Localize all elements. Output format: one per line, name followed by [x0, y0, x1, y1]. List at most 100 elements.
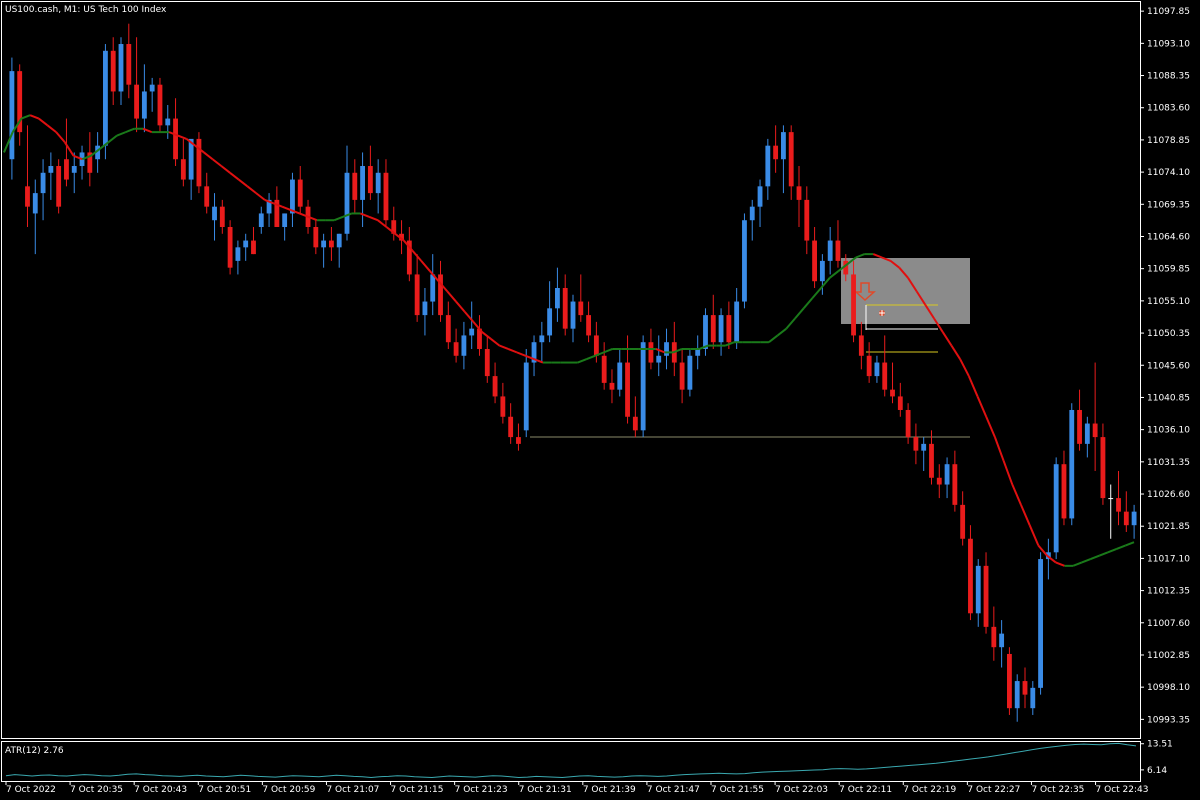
price-tick-label: 11031.35 [1147, 458, 1190, 468]
candle-body [165, 118, 171, 126]
candle-body [336, 233, 342, 248]
time-tick-label: 7 Oct 21:31 [519, 785, 572, 795]
candle-body [547, 308, 553, 336]
candle-body [858, 335, 864, 356]
candle-body [492, 376, 498, 397]
time-tick-label: 7 Oct 21:15 [391, 785, 444, 795]
candle-body [765, 145, 771, 187]
candle-body [952, 464, 958, 505]
candle [196, 132, 202, 194]
candle-body [445, 315, 451, 343]
candle-body [905, 409, 911, 438]
candle-body [625, 362, 630, 417]
candle-body [321, 240, 327, 248]
time-tick-label: 7 Oct 20:35 [70, 785, 123, 795]
candle-body [56, 166, 62, 207]
candle-body [703, 315, 708, 349]
candle-body [461, 335, 467, 356]
time-tick-label: 7 Oct 20:59 [262, 785, 315, 795]
price-tick-label: 10998.10 [1147, 683, 1190, 693]
time-tick-label: 7 Oct 22:27 [967, 785, 1020, 795]
candle-body [1022, 681, 1028, 695]
candle-body [664, 342, 669, 356]
candle-body [290, 179, 295, 214]
candle-body [827, 240, 833, 261]
candle [102, 44, 108, 160]
candle [968, 525, 973, 621]
candle-body [742, 220, 747, 302]
candle-body [718, 315, 724, 343]
price-tick-label: 11059.85 [1147, 265, 1190, 275]
candle-body [601, 355, 607, 383]
candle-body [632, 416, 638, 431]
candle-body [936, 477, 942, 485]
price-tick-label: 11088.35 [1147, 72, 1190, 82]
price-tick-label: 11083.60 [1147, 104, 1190, 114]
candle-body [282, 213, 288, 228]
candle-body [1030, 687, 1036, 709]
candle-body [313, 227, 319, 248]
price-tick-label: 11097.85 [1147, 7, 1190, 17]
time-tick-label: 7 Oct 21:47 [647, 785, 700, 795]
candle-body [968, 538, 973, 614]
candle-body [593, 335, 599, 356]
candle-body [414, 274, 420, 316]
candle-body [71, 166, 77, 173]
candle-body [367, 166, 373, 194]
price-tick-label: 11036.10 [1147, 426, 1190, 436]
candle-body [9, 71, 15, 160]
time-tick-label: 7 Oct 21:39 [583, 785, 636, 795]
candle-body [243, 240, 249, 248]
candle-body [32, 193, 38, 214]
candle-body [484, 348, 490, 377]
candle-body [1006, 653, 1012, 709]
price-tick-label: 11093.10 [1147, 39, 1190, 49]
time-tick-label: 7 Oct 21:55 [711, 785, 764, 795]
candle-body [352, 172, 358, 200]
candle [742, 213, 747, 309]
chart-title: US100.cash, M1: US Tech 100 Index [5, 5, 167, 15]
price-chart[interactable]: 11097.85 11093.10 11088.35 11083.60 11078.85… [0, 0, 1200, 800]
candle-body [64, 159, 69, 180]
candle-body [960, 504, 966, 539]
price-tick-label: 11012.35 [1147, 587, 1190, 597]
candle-body [539, 335, 545, 343]
price-tick-label: 11021.85 [1147, 522, 1190, 532]
candle-body [1069, 409, 1075, 519]
candle-body [126, 44, 132, 85]
candle-body [1116, 498, 1121, 512]
price-tick-label: 11007.60 [1147, 619, 1190, 629]
candle-body [1108, 498, 1114, 500]
candle-body [516, 437, 521, 444]
candle-body [734, 301, 740, 343]
candle [703, 308, 708, 356]
time-tick-label: 7 Oct 2022 [6, 785, 56, 795]
candle-body [944, 464, 950, 485]
candle-body [929, 443, 934, 478]
candle-body [819, 260, 825, 282]
candle [1053, 457, 1059, 560]
atr-tick-label: 13.51 [1147, 740, 1173, 750]
candle-body [812, 240, 818, 282]
candle-body [430, 274, 436, 302]
time-tick-label: 7 Oct 22:03 [775, 785, 828, 795]
candle-body [866, 355, 872, 377]
candle-body [344, 172, 350, 234]
time-tick-label: 7 Oct 20:43 [134, 785, 187, 795]
candle-body [157, 84, 163, 126]
candle-body [648, 342, 654, 363]
candle-body [617, 362, 623, 390]
candle [1038, 552, 1044, 695]
candle-body [882, 362, 888, 390]
candle-body [874, 362, 880, 377]
candle [157, 77, 163, 133]
candle-body [991, 626, 997, 648]
candle-body [219, 206, 225, 228]
candle-body [1092, 423, 1098, 438]
candle-body [804, 199, 810, 241]
candle-body [726, 315, 732, 343]
chart-background [0, 0, 1200, 800]
candle-body [1123, 511, 1129, 526]
candle-body [788, 132, 794, 187]
candle-body [780, 132, 786, 160]
